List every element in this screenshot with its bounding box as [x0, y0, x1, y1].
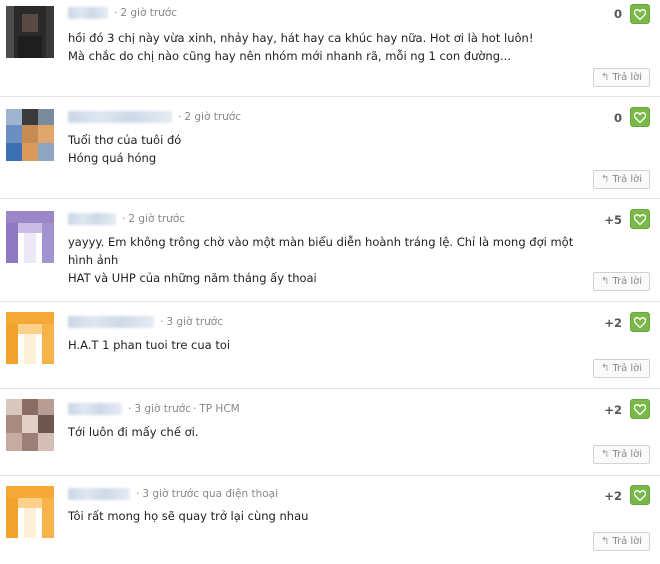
reply-arrow-icon: ↰ — [600, 276, 610, 287]
author-name-blurred[interactable] — [68, 7, 108, 19]
comment-item: · 3 giờ trước · TP HCM Tới luôn đi mấy c… — [0, 389, 660, 476]
comment-meta: · 3 giờ trước — [68, 316, 223, 328]
author-name-blurred[interactable] — [68, 403, 122, 415]
comment-item: · 2 giờ trước hồi đó 3 chị này vừa xinh,… — [0, 0, 660, 97]
like-button[interactable] — [630, 107, 650, 127]
comment-meta: · 3 giờ trước qua điện thoại — [68, 488, 278, 500]
comment-meta: · 3 giờ trước · TP HCM — [68, 403, 240, 415]
comment-time: 2 giờ trước — [184, 111, 241, 123]
heart-icon — [634, 316, 646, 328]
like-button[interactable] — [630, 209, 650, 229]
comment-meta: · 2 giờ trước — [68, 111, 241, 123]
like-button[interactable] — [630, 4, 650, 24]
heart-icon — [634, 489, 646, 501]
avatar[interactable] — [6, 312, 54, 364]
reply-button[interactable]: ↰ Trả lời — [593, 272, 650, 291]
comment-meta: · 2 giờ trước — [68, 7, 177, 19]
avatar[interactable] — [6, 109, 54, 161]
comment-time: 2 giờ trước — [128, 213, 185, 225]
heart-icon — [634, 111, 646, 123]
comment-time: 3 giờ trước — [166, 316, 223, 328]
reply-button[interactable]: ↰ Trả lời — [593, 532, 650, 551]
avatar[interactable] — [6, 486, 54, 538]
like-count: +2 — [604, 403, 622, 417]
author-name-blurred[interactable] — [68, 111, 172, 123]
like-count: +2 — [604, 316, 622, 330]
comment-time: 3 giờ trước qua điện thoại — [142, 488, 279, 500]
reply-arrow-icon: ↰ — [600, 174, 610, 185]
reply-arrow-icon: ↰ — [600, 536, 610, 547]
reply-arrow-icon: ↰ — [600, 363, 610, 374]
comment-list: · 2 giờ trước hồi đó 3 chị này vừa xinh,… — [0, 0, 660, 564]
comment-text: Tới luôn đi mấy chế ơi. — [68, 425, 199, 439]
heart-icon — [634, 8, 646, 20]
comment-item: · 2 giờ trước Tuổi thơ của tuôi đó Hóng … — [0, 97, 660, 199]
avatar[interactable] — [6, 211, 54, 263]
comment-item: · 3 giờ trước qua điện thoại Tôi rất mon… — [0, 476, 660, 564]
comment-location: TP HCM — [199, 403, 240, 415]
comment-text: hồi đó 3 chị này vừa xinh, nhảy hay, hát… — [68, 31, 534, 63]
like-button[interactable] — [630, 312, 650, 332]
like-button[interactable] — [630, 485, 650, 505]
reply-button[interactable]: ↰ Trả lời — [593, 170, 650, 189]
reply-arrow-icon: ↰ — [600, 449, 610, 460]
comment-meta: · 2 giờ trước — [68, 213, 185, 225]
like-count: +5 — [604, 213, 622, 227]
reply-button[interactable]: ↰ Trả lời — [593, 68, 650, 87]
reply-arrow-icon: ↰ — [600, 72, 610, 83]
comment-time: 2 giờ trước — [120, 7, 177, 19]
reply-button[interactable]: ↰ Trả lời — [593, 445, 650, 464]
heart-icon — [634, 213, 646, 225]
comment-text: Tôi rất mong họ sẽ quay trở lại cùng nha… — [68, 509, 309, 523]
comment-time: 3 giờ trước — [134, 403, 191, 415]
author-name-blurred[interactable] — [68, 316, 154, 328]
reply-button[interactable]: ↰ Trả lời — [593, 359, 650, 378]
avatar[interactable] — [6, 6, 54, 58]
comment-text: H.A.T 1 phan tuoi tre cua toi — [68, 338, 231, 352]
like-count: +2 — [604, 489, 622, 503]
author-name-blurred[interactable] — [68, 488, 130, 500]
like-button[interactable] — [630, 399, 650, 419]
comment-text: yayyy. Em không trông chờ vào một màn bi… — [68, 235, 574, 285]
avatar[interactable] — [6, 399, 54, 451]
like-count: 0 — [613, 7, 622, 21]
comment-text: Tuổi thơ của tuôi đó Hóng quá hóng — [68, 133, 182, 165]
heart-icon — [634, 403, 646, 415]
comment-item: · 2 giờ trước yayyy. Em không trông chờ … — [0, 199, 660, 302]
comment-item: · 3 giờ trước H.A.T 1 phan tuoi tre cua … — [0, 302, 660, 389]
author-name-blurred[interactable] — [68, 213, 116, 225]
like-count: 0 — [613, 111, 622, 125]
